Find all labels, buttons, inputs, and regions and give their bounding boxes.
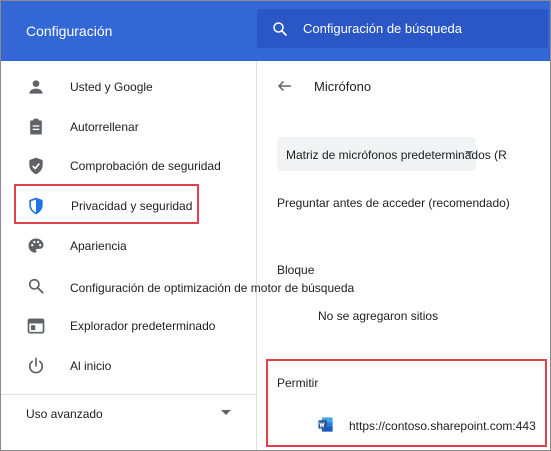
sidebar-item-label: Comprobación de seguridad — [70, 159, 221, 173]
sidebar-item-label: Usted y Google — [70, 80, 153, 94]
highlight-box-privacy — [14, 184, 199, 224]
sidebar-item-label: Al inicio — [70, 359, 112, 373]
sidebar-item-label: Explorador predeterminado — [70, 319, 216, 333]
search-placeholder[interactable]: Configuración de búsqueda — [303, 21, 462, 36]
sidebar-item-on-startup[interactable]: Al inicio — [1, 348, 257, 384]
sidebar-item-label: Apariencia — [70, 239, 127, 253]
palette-icon — [28, 238, 44, 253]
sidebar-item-label: Autorrellenar — [70, 120, 139, 134]
advanced-label: Uso avanzado — [26, 407, 103, 421]
header-bar: Configuración Configuración de búsqueda — [1, 1, 550, 61]
sidebar-item-autofill[interactable]: Autorrellenar — [1, 109, 257, 145]
app-title: Configuración — [26, 23, 113, 39]
person-icon — [29, 80, 43, 94]
sidebar-item-default-browser[interactable]: Explorador predeterminado — [1, 308, 257, 344]
ask-before-access-label[interactable]: Preguntar antes de acceder (recomendado) — [277, 196, 510, 210]
block-empty-text: No se agregaron sitios — [318, 309, 439, 323]
block-heading: Bloque — [277, 263, 315, 277]
chevron-down-icon — [221, 410, 231, 415]
back-arrow-icon[interactable] — [276, 77, 294, 95]
shield-check-icon — [29, 157, 43, 175]
power-icon — [28, 357, 44, 374]
clipboard-icon — [30, 118, 42, 135]
settings-window: Configuración Configuración de búsqueda … — [0, 0, 551, 451]
page-title: Micrófono — [314, 79, 372, 94]
sidebar-item-label[interactable]: Configuración de optimización de motor d… — [70, 281, 354, 295]
search-box[interactable]: Configuración de búsqueda — [257, 9, 548, 48]
sidebar: Usted y Google Autorrellenar Comprobació… — [1, 61, 257, 450]
dropdown-arrow-icon — [465, 151, 473, 155]
allow-heading: Permitir — [277, 376, 319, 390]
highlight-box-allow — [266, 359, 547, 447]
microphone-select-value: Matriz de micrófonos predeterminados (R — [286, 148, 507, 162]
main-content: Micrófono Matriz de micrófonos predeterm… — [257, 61, 550, 450]
search-icon — [28, 278, 44, 294]
sidebar-item-you-and-google[interactable]: Usted y Google — [1, 69, 257, 105]
sidebar-item-safety-check[interactable]: Comprobación de seguridad — [1, 148, 257, 184]
microphone-select[interactable]: Matriz de micrófonos predeterminados (R — [277, 137, 507, 171]
browser-icon — [27, 318, 45, 334]
advanced-toggle[interactable]: Uso avanzado — [1, 399, 256, 429]
word-icon — [318, 417, 333, 432]
allowed-site-url[interactable]: https://contoso.sharepoint.com:443 — [349, 419, 536, 433]
sidebar-item-appearance[interactable]: Apariencia — [1, 228, 257, 264]
sidebar-divider — [1, 394, 256, 395]
search-icon — [273, 22, 287, 36]
